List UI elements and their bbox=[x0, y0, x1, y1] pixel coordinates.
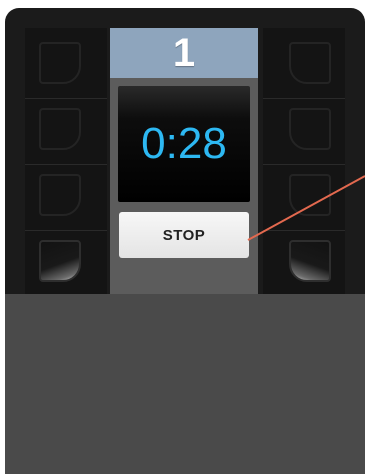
left-pad-4-active[interactable] bbox=[39, 240, 81, 282]
divider bbox=[25, 98, 107, 99]
stop-button[interactable]: STOP bbox=[119, 212, 249, 258]
right-pad-4-active[interactable] bbox=[289, 240, 331, 282]
timer-display: 0:28 bbox=[118, 86, 250, 202]
left-pad-2[interactable] bbox=[39, 108, 81, 150]
right-pad-1[interactable] bbox=[289, 42, 331, 84]
divider bbox=[263, 98, 345, 99]
divider bbox=[263, 164, 345, 165]
left-pad-1[interactable] bbox=[39, 42, 81, 84]
left-pad-column bbox=[25, 28, 107, 294]
timer-value: 0:28 bbox=[141, 119, 227, 168]
slot-number: 1 bbox=[172, 31, 196, 75]
lower-panel bbox=[5, 294, 365, 474]
header: 1 bbox=[110, 28, 258, 78]
divider bbox=[25, 164, 107, 165]
right-pad-column bbox=[263, 28, 345, 294]
left-pad-3[interactable] bbox=[39, 174, 81, 216]
right-pad-3[interactable] bbox=[289, 174, 331, 216]
timer-column: 1 0:28 STOP bbox=[110, 28, 258, 294]
stop-button-label: STOP bbox=[162, 226, 206, 244]
divider bbox=[25, 230, 107, 231]
right-pad-2[interactable] bbox=[289, 108, 331, 150]
divider bbox=[263, 230, 345, 231]
device-frame: 1 0:28 STOP bbox=[5, 8, 365, 474]
